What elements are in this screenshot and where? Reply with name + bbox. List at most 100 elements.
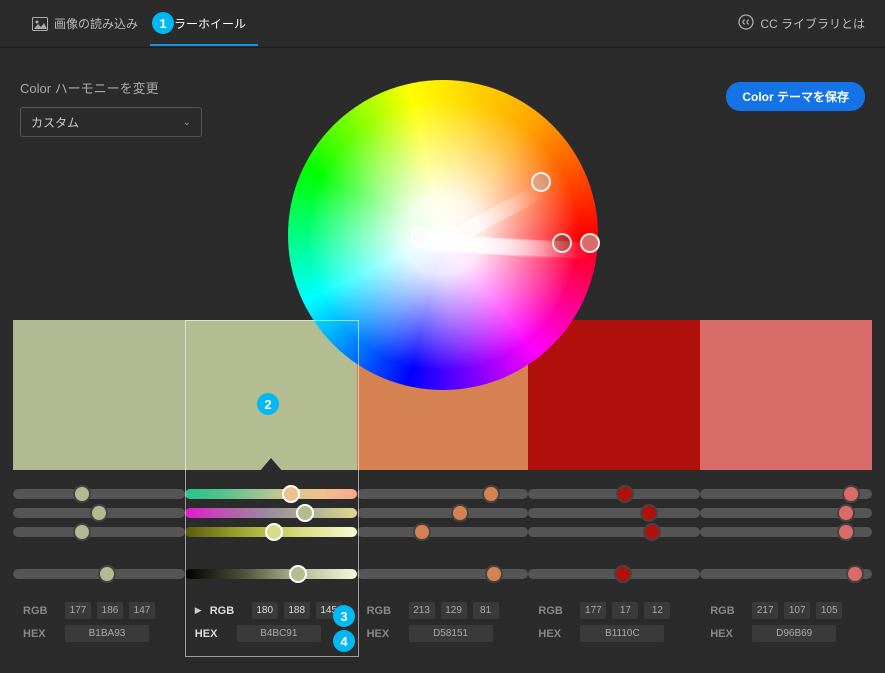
hex-label: HEX — [538, 628, 574, 640]
hex-value[interactable]: B1BA93 — [65, 625, 149, 642]
wheel-marker[interactable] — [411, 227, 431, 247]
slider-track-lig[interactable] — [700, 527, 872, 537]
tab-import-image-label: 画像の読み込み — [54, 15, 138, 32]
wheel-marker[interactable] — [552, 233, 572, 253]
hex-label: HEX — [195, 628, 231, 640]
readout-column: RGB 217 107 105 HEX D96B69 — [700, 596, 872, 654]
slider-knob[interactable] — [98, 565, 116, 583]
rgb-value[interactable]: 188 — [284, 602, 310, 619]
hex-value[interactable]: D96B69 — [752, 625, 836, 642]
hex-value[interactable]: D58151 — [409, 625, 493, 642]
slider-knob[interactable] — [282, 485, 300, 503]
wheel-marker[interactable] — [531, 172, 551, 192]
slider-knob[interactable] — [846, 565, 864, 583]
slider-knob[interactable] — [413, 523, 431, 541]
slider-knob[interactable] — [482, 485, 500, 503]
slider-track-lig[interactable] — [13, 527, 185, 537]
slider-knob[interactable] — [614, 565, 632, 583]
slider-knob[interactable] — [289, 565, 307, 583]
rgb-value[interactable]: 213 — [409, 602, 435, 619]
cc-libraries-link[interactable]: CC ライブラリとは — [738, 14, 865, 47]
tab-import-image[interactable]: 画像の読み込み — [20, 15, 150, 46]
rgb-value[interactable]: 12 — [644, 602, 670, 619]
hex-value[interactable]: B4BC91 — [237, 625, 321, 642]
slider-knob[interactable] — [643, 523, 661, 541]
rgb-value[interactable]: 180 — [252, 602, 278, 619]
slider-track-hue[interactable] — [185, 489, 357, 499]
wheel-marker[interactable] — [411, 227, 431, 247]
readouts-row: RGB177186147HEXB1BA93▶RGB180188145HEXB4B… — [13, 596, 872, 654]
slider-track-sat[interactable] — [357, 508, 529, 518]
slider-track-hue[interactable] — [700, 489, 872, 499]
slider-knob[interactable] — [485, 565, 503, 583]
slider-track-sat[interactable] — [185, 508, 357, 518]
rgb-value[interactable]: 107 — [784, 602, 810, 619]
slider-column — [185, 485, 357, 579]
rgb-value[interactable]: 217 — [752, 602, 778, 619]
slider-knob[interactable] — [837, 523, 855, 541]
slider-knob[interactable] — [640, 504, 658, 522]
slider-track-sat[interactable] — [700, 508, 872, 518]
slider-track-lig[interactable] — [528, 527, 700, 537]
slider-knob[interactable] — [842, 485, 860, 503]
rgb-value[interactable]: 81 — [473, 602, 499, 619]
harmony-select-value: カスタム — [31, 114, 79, 131]
slider-knob[interactable] — [73, 523, 91, 541]
harmony-select[interactable]: カスタム ⌄ — [20, 107, 202, 137]
wheel-marker[interactable] — [580, 233, 600, 253]
slider-track-val[interactable] — [185, 569, 357, 579]
slider-knob[interactable] — [616, 485, 634, 503]
swatch[interactable] — [13, 320, 185, 470]
slider-track-hue[interactable] — [357, 489, 529, 499]
callout-2: 2 — [257, 393, 279, 415]
slider-knob[interactable] — [90, 504, 108, 522]
chevron-down-icon: ⌄ — [183, 117, 191, 128]
color-wheel[interactable] — [288, 80, 598, 390]
slider-track-hue[interactable] — [13, 489, 185, 499]
readout-column: RGB177186147HEXB1BA93 — [13, 596, 185, 654]
slider-knob[interactable] — [265, 523, 283, 541]
triangle-right-icon: ▶ — [195, 605, 202, 616]
slider-knob[interactable] — [296, 504, 314, 522]
cc-libraries-label: CC ライブラリとは — [760, 15, 865, 32]
slider-column — [700, 485, 872, 579]
hex-value[interactable]: B1110C — [580, 625, 664, 642]
slider-track-val[interactable] — [357, 569, 529, 579]
rgb-value[interactable]: 147 — [129, 602, 155, 619]
sliders-row — [13, 485, 872, 575]
save-theme-button[interactable]: Color テーマを保存 — [726, 82, 865, 111]
slider-track-sat[interactable] — [528, 508, 700, 518]
hex-label: HEX — [367, 628, 403, 640]
hex-label: HEX — [710, 628, 746, 640]
cc-icon — [738, 14, 754, 33]
rgb-value[interactable]: 177 — [580, 602, 606, 619]
rgb-label: RGB — [710, 605, 746, 617]
slider-track-lig[interactable] — [357, 527, 529, 537]
slider-knob[interactable] — [73, 485, 91, 503]
callout-4: 4 — [333, 630, 355, 652]
rgb-value[interactable]: 186 — [97, 602, 123, 619]
callout-3: 3 — [333, 605, 355, 627]
tab-color-wheel-label: カラーホイール — [162, 15, 246, 32]
readout-column: RGB1771712HEXB1110C — [528, 596, 700, 654]
slider-knob[interactable] — [837, 504, 855, 522]
slider-track-sat[interactable] — [13, 508, 185, 518]
slider-knob[interactable] — [451, 504, 469, 522]
slider-track-lig[interactable] — [185, 527, 357, 537]
slider-column — [13, 485, 185, 579]
rgb-label: RGB — [23, 605, 59, 617]
readout-column: ▶RGB180188145HEXB4BC91 — [185, 596, 357, 654]
rgb-value[interactable]: 129 — [441, 602, 467, 619]
rgb-value[interactable]: 105 — [816, 602, 842, 619]
slider-column — [357, 485, 529, 579]
slider-track-val[interactable] — [528, 569, 700, 579]
slider-track-val[interactable] — [13, 569, 185, 579]
swatch[interactable] — [700, 320, 872, 470]
rgb-value[interactable]: 17 — [612, 602, 638, 619]
slider-track-hue[interactable] — [528, 489, 700, 499]
readout-column: RGB21312981HEXD58151 — [357, 596, 529, 654]
rgb-value[interactable]: 177 — [65, 602, 91, 619]
slider-track-val[interactable] — [700, 569, 872, 579]
rgb-label: RGB — [210, 605, 246, 617]
image-icon — [32, 17, 48, 31]
